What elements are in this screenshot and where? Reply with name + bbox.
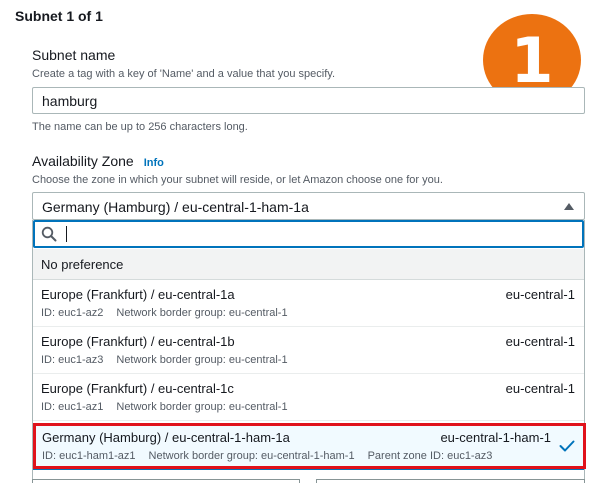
option-meta: ID: euc1-ham1-az1 Network border group: e… — [42, 450, 505, 462]
option-meta: ID: euc1-az3 Network border group: eu-cen… — [41, 354, 301, 366]
check-icon — [559, 440, 575, 452]
availability-zone-description: Choose the zone in which your subnet wil… — [32, 174, 443, 186]
option-meta: ID: euc1-az1 Network border group: eu-cen… — [41, 401, 301, 413]
option-region: eu-central-1 — [505, 381, 575, 396]
option-border-group: Network border group: eu-central-1 — [116, 401, 288, 413]
option-border-group: Network border group: eu-central-1 — [116, 307, 288, 319]
option-title: Europe (Frankfurt) / eu-central-1c — [41, 381, 234, 396]
availability-zone-label-text: Availability Zone — [32, 153, 134, 169]
availability-zone-dropdown: No preference Europe (Frankfurt) / eu-ce… — [32, 220, 585, 483]
ipv4-cidr-field-edge — [32, 479, 300, 483]
option-eu-central-1c[interactable]: Europe (Frankfurt) / eu-central-1c eu-ce… — [33, 374, 584, 421]
text-cursor — [66, 226, 67, 242]
option-region: eu-central-1-ham-1 — [440, 430, 551, 445]
subnet-name-hint: The name can be up to 256 characters lon… — [32, 121, 248, 133]
option-id: ID: euc1-ham1-az1 — [42, 450, 136, 462]
option-title: Europe (Frankfurt) / eu-central-1a — [41, 287, 235, 302]
option-region: eu-central-1 — [505, 287, 575, 302]
option-id: ID: euc1-az2 — [41, 307, 104, 319]
availability-zone-label: Availability Zone Info — [32, 153, 164, 169]
option-title: Europe (Frankfurt) / eu-central-1b — [41, 334, 235, 349]
option-eu-central-1-ham-1a[interactable]: Germany (Hamburg) / eu-central-1-ham-1a … — [33, 423, 584, 470]
option-title: No preference — [41, 257, 124, 272]
select-value: Germany (Hamburg) / eu-central-1-ham-1a — [42, 199, 309, 215]
ipv4-cidr-field-edge-2 — [316, 479, 585, 483]
step-number: 1 — [510, 24, 554, 97]
subnet-name-label: Subnet name — [32, 47, 116, 63]
search-icon — [41, 226, 57, 242]
option-no-preference[interactable]: No preference — [33, 249, 584, 280]
option-border-group: Network border group: eu-central-1-ham-1 — [148, 450, 355, 462]
option-border-group: Network border group: eu-central-1 — [116, 354, 288, 366]
section-title: Subnet 1 of 1 — [15, 8, 103, 24]
option-title: Germany (Hamburg) / eu-central-1-ham-1a — [42, 430, 290, 445]
option-eu-central-1b[interactable]: Europe (Frankfurt) / eu-central-1b eu-ce… — [33, 327, 584, 374]
option-meta: ID: euc1-az2 Network border group: eu-cen… — [41, 307, 301, 319]
dropdown-search-input[interactable] — [33, 220, 584, 248]
subnet-name-input[interactable] — [32, 87, 585, 114]
subnet-name-description: Create a tag with a key of 'Name' and a … — [32, 68, 335, 80]
option-parent-zone: Parent zone ID: euc1-az3 — [367, 450, 493, 462]
info-link[interactable]: Info — [144, 157, 164, 169]
option-eu-central-1a[interactable]: Europe (Frankfurt) / eu-central-1a eu-ce… — [33, 280, 584, 327]
option-region: eu-central-1 — [505, 334, 575, 349]
option-id: ID: euc1-az1 — [41, 401, 104, 413]
caret-up-icon — [564, 203, 574, 210]
option-id: ID: euc1-az3 — [41, 354, 104, 366]
availability-zone-select[interactable]: Germany (Hamburg) / eu-central-1-ham-1a — [32, 192, 585, 220]
